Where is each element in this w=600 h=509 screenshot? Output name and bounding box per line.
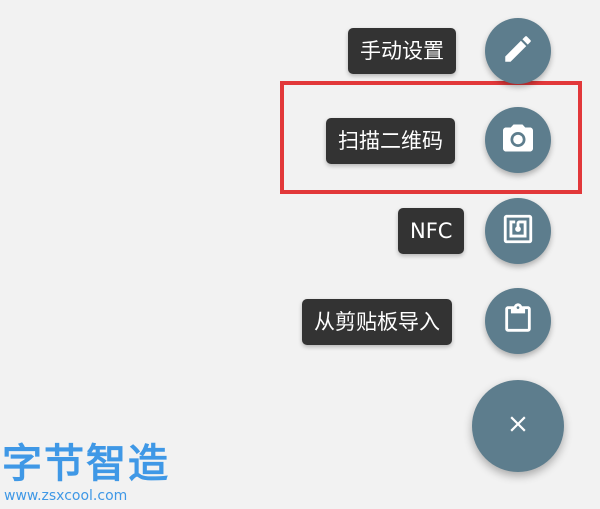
- pencil-icon: [501, 32, 535, 70]
- import-clipboard-label[interactable]: 从剪贴板导入: [302, 299, 452, 345]
- import-clipboard-label-text: 从剪贴板导入: [314, 309, 440, 334]
- close-icon: [505, 411, 531, 441]
- scan-qr-label[interactable]: 扫描二维码: [326, 118, 455, 164]
- watermark-title: 字节智造: [2, 441, 170, 487]
- manual-setup-label[interactable]: 手动设置: [348, 28, 456, 74]
- site-watermark: 字节智造 www.zsxcool.com: [2, 442, 180, 506]
- manual-setup-label-text: 手动设置: [360, 38, 444, 63]
- clipboard-icon: [501, 302, 535, 340]
- manual-setup-button[interactable]: [485, 18, 551, 84]
- nfc-icon: [501, 212, 535, 250]
- close-menu-button[interactable]: [472, 380, 564, 472]
- scan-qr-label-text: 扫描二维码: [338, 128, 443, 153]
- scan-qr-button[interactable]: [485, 107, 551, 173]
- camera-icon: [500, 120, 536, 160]
- watermark-url: www.zsxcool.com: [4, 488, 128, 504]
- nfc-button[interactable]: [485, 198, 551, 264]
- nfc-label-text: NFC: [410, 218, 453, 243]
- nfc-label[interactable]: NFC: [398, 208, 465, 254]
- import-clipboard-button[interactable]: [485, 288, 551, 354]
